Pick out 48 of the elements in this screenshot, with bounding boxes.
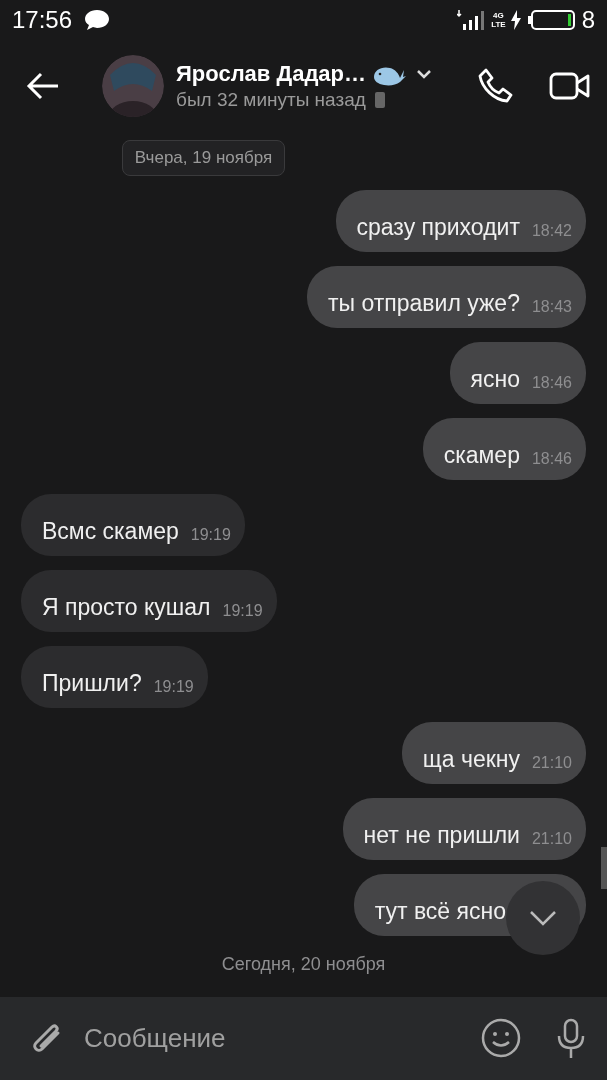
chevron-down-icon [529,910,557,926]
video-call-icon[interactable] [549,71,591,101]
message-text: Всмс скамер [42,518,179,544]
message-text: скамер [443,442,520,468]
microphone-icon[interactable] [555,1017,587,1060]
chevron-down-icon[interactable] [416,69,433,79]
message-time: 18:46 [531,450,572,468]
message-time: 18:46 [531,374,572,392]
message-text: тут всё ясно [374,898,506,924]
battery-level: 8 [581,6,595,34]
message-text: Я просто кушал [42,594,211,620]
message-time: 19:19 [153,678,194,696]
message-time: 18:42 [531,222,572,240]
date-label: Вчера, 19 ноября [121,140,286,176]
message-text: нет не пришли [363,822,520,848]
charging-icon [509,10,522,30]
clock: 17:56 [12,6,73,34]
chat-bubble-icon [84,9,111,31]
message-time: 19:19 [190,526,231,544]
outgoing-message[interactable]: ясно 18:46 [449,342,586,404]
contact-name[interactable]: Ярослав Дадар… [176,61,367,87]
message-text: сразу приходит [356,214,520,240]
battery-icon [527,9,576,31]
outgoing-message[interactable]: сразу приходит 18:42 [335,190,586,252]
outgoing-message[interactable]: скамер 18:46 [422,418,586,480]
incoming-message[interactable]: Всмс скамер 19:19 [21,494,245,556]
outgoing-message[interactable]: нет не пришли 21:10 [342,798,586,860]
message-time: 21:10 [531,830,572,848]
date-label: Сегодня, 20 ноября [221,954,386,975]
back-icon[interactable] [26,72,60,100]
message-time: 19:19 [222,602,263,620]
message-time: 18:43 [531,298,572,316]
phone-call-icon[interactable] [477,67,515,105]
message-text: ты отправил уже? [328,290,520,316]
incoming-message[interactable]: Я просто кушал 19:19 [21,570,277,632]
scrollbar[interactable] [601,847,607,889]
incoming-message[interactable]: Пришли? 19:19 [21,646,208,708]
message-time: 21:10 [531,754,572,772]
message-field[interactable]: Сообщение [84,1023,463,1054]
outgoing-message[interactable]: ты отправил уже? 18:43 [307,266,586,328]
network-label: LTE [491,20,506,29]
message-text: Пришли? [42,670,142,696]
message-text: ясно [470,366,520,392]
network-label: 4G [493,11,504,20]
smiley-icon[interactable] [481,1017,521,1058]
outgoing-message[interactable]: ща чекну 21:10 [401,722,586,784]
last-seen: был 32 минуты назад [176,89,366,111]
message-text: ща чекну [422,746,520,772]
